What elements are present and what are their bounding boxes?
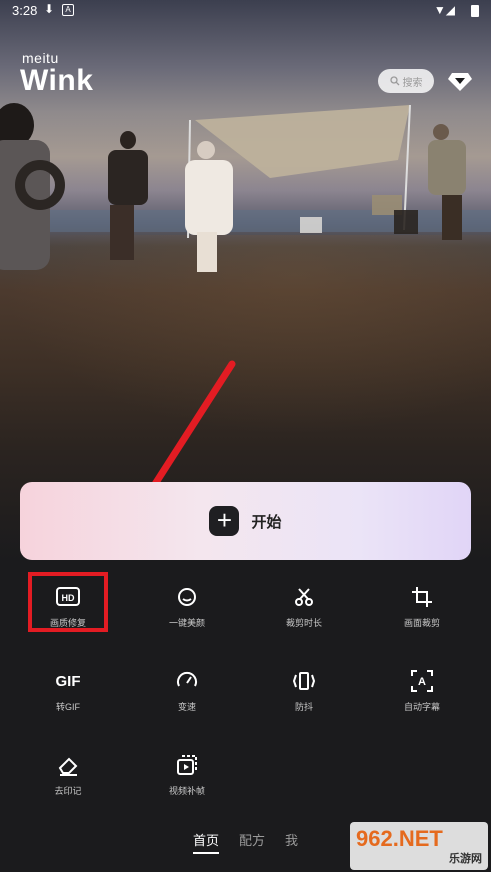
tool-to-gif[interactable]: GIF 转GIF bbox=[18, 656, 118, 722]
status-time: 3:28 bbox=[12, 3, 38, 18]
speed-icon bbox=[177, 671, 197, 687]
search-icon bbox=[389, 76, 399, 86]
tool-crop[interactable]: 画面裁剪 bbox=[372, 572, 472, 638]
watermark-sub: 乐游网 bbox=[449, 853, 482, 865]
gif-glyph: GIF bbox=[55, 672, 81, 690]
tool-label: 自动字幕 bbox=[403, 702, 440, 712]
highlight-box bbox=[28, 572, 108, 632]
signal-icon: ▼◢ bbox=[433, 3, 455, 17]
tool-label: 画面裁剪 bbox=[403, 618, 440, 628]
tool-label: 裁剪时长 bbox=[285, 618, 322, 628]
start-button[interactable]: + 开始 bbox=[20, 482, 471, 560]
download-icon: ⬇ bbox=[44, 2, 55, 16]
search-button[interactable]: 搜索 bbox=[378, 69, 434, 93]
nav-me[interactable]: 我 bbox=[285, 830, 298, 854]
crop-icon bbox=[412, 587, 432, 607]
stabilize-icon bbox=[292, 672, 316, 690]
status-bar: 3:28 ⬇ A ▼◢ bbox=[0, 0, 491, 22]
vip-diamond-icon[interactable] bbox=[448, 70, 472, 92]
scissors-icon bbox=[295, 588, 313, 606]
plus-icon: + bbox=[209, 506, 240, 536]
tool-label: 视频补帧 bbox=[168, 786, 205, 796]
search-placeholder: 搜索 bbox=[402, 77, 423, 89]
tool-stabilize[interactable]: 防抖 bbox=[254, 656, 354, 722]
app-notify-icon: A bbox=[62, 4, 74, 16]
tool-label: 变速 bbox=[177, 702, 196, 712]
face-icon bbox=[178, 588, 196, 606]
tool-label: 一键美颜 bbox=[168, 618, 205, 628]
watermark-main: 962.NET bbox=[356, 826, 443, 851]
tool-speed[interactable]: 变速 bbox=[137, 656, 237, 722]
start-label: 开始 bbox=[251, 513, 282, 531]
tool-remove-mark[interactable]: 去印记 bbox=[18, 740, 118, 806]
tool-label: 转GIF bbox=[56, 702, 80, 712]
tool-auto-subtitle[interactable]: A 自动字幕 bbox=[372, 656, 472, 722]
tool-beauty[interactable]: 一键美颜 bbox=[137, 572, 237, 638]
tool-label: 去印记 bbox=[54, 786, 82, 796]
hero-banner: 3:28 ⬇ A ▼◢ meitu Wink 搜索 bbox=[0, 0, 491, 560]
tool-trim[interactable]: 裁剪时长 bbox=[254, 572, 354, 638]
battery-icon bbox=[471, 5, 479, 17]
app-logo: Wink bbox=[20, 64, 94, 97]
frame-fill-icon bbox=[177, 755, 197, 775]
svg-text:A: A bbox=[418, 676, 426, 688]
tool-label: 防抖 bbox=[294, 702, 313, 712]
eraser-icon bbox=[58, 757, 78, 776]
tool-frame-fill[interactable]: 视频补帧 bbox=[137, 740, 237, 806]
nav-recipe[interactable]: 配方 bbox=[239, 830, 265, 854]
watermark: 962.NET 乐游网 bbox=[350, 822, 488, 870]
gif-icon: GIF bbox=[18, 668, 118, 694]
nav-home[interactable]: 首页 bbox=[192, 830, 219, 854]
subtitle-icon: A bbox=[411, 670, 433, 692]
